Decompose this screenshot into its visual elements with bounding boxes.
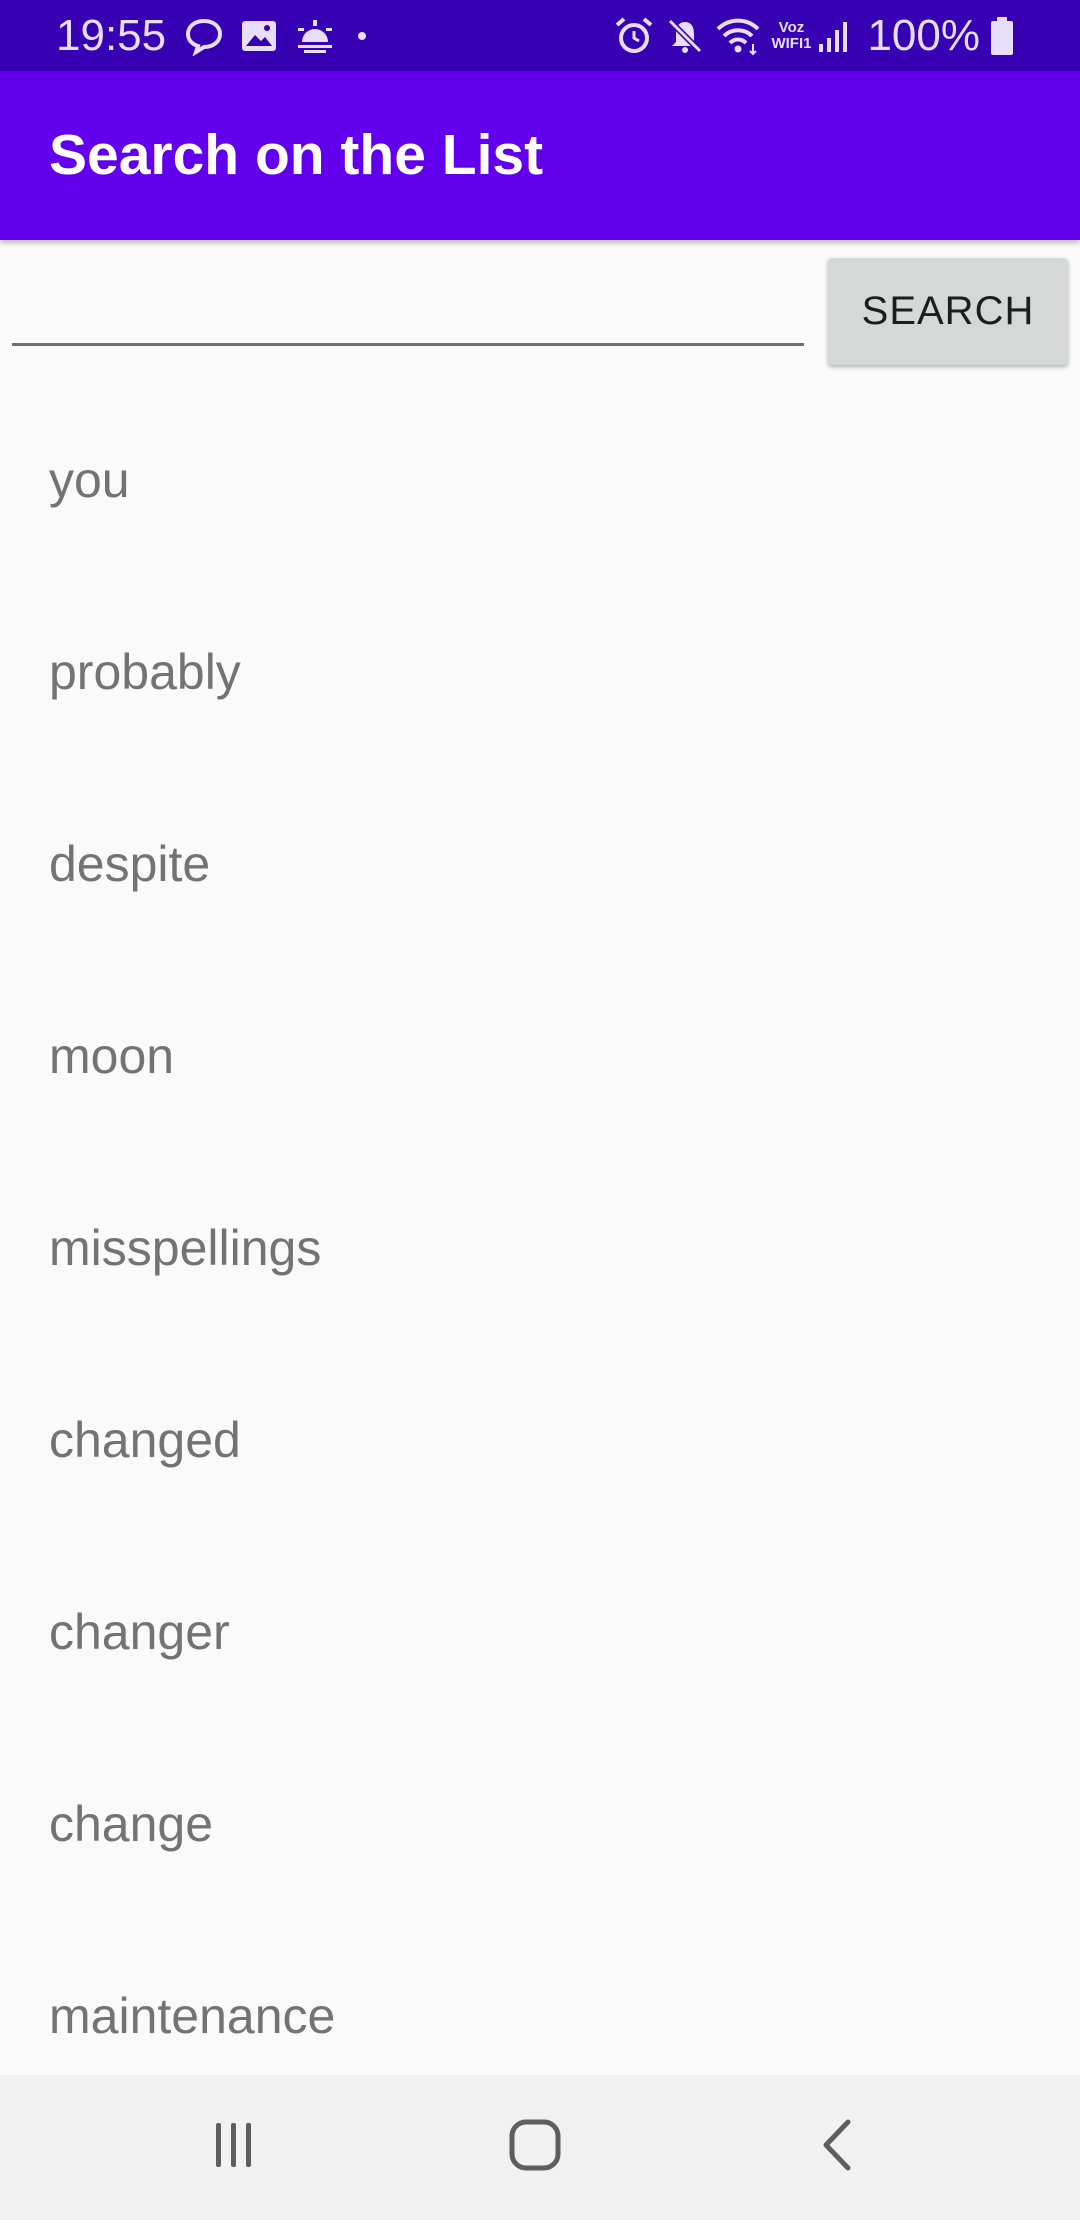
- list-item[interactable]: changer: [0, 1536, 1080, 1728]
- status-time: 19:55: [56, 10, 167, 60]
- search-button[interactable]: SEARCH: [828, 258, 1068, 365]
- list-item[interactable]: you: [0, 384, 1080, 576]
- list-item[interactable]: probably: [0, 576, 1080, 768]
- voz-line2: WIFI1: [771, 34, 812, 52]
- recent-apps-icon: [209, 2120, 259, 2175]
- image-icon: [240, 17, 278, 55]
- list-item[interactable]: misspellings: [0, 1152, 1080, 1344]
- status-bar: 19:55 Voz WIFI1 100%: [0, 0, 1080, 71]
- signal-icon: [817, 18, 851, 54]
- recent-apps-button[interactable]: [134, 2075, 334, 2220]
- status-right: Voz WIFI1 100%: [613, 0, 1024, 71]
- search-input[interactable]: [12, 262, 804, 346]
- home-icon: [508, 2118, 562, 2177]
- word-list: you probably despite moon misspellings c…: [0, 384, 1080, 2075]
- navigation-bar: [0, 2075, 1080, 2220]
- chat-icon: [184, 16, 224, 56]
- status-left: 19:55: [56, 0, 388, 71]
- wifi-icon: [715, 16, 761, 56]
- app-bar: Search on the List: [0, 71, 1080, 240]
- alarm-icon: [613, 15, 655, 57]
- back-button[interactable]: [738, 2075, 938, 2220]
- dot-icon: [352, 26, 372, 46]
- list-item[interactable]: changed: [0, 1344, 1080, 1536]
- list-item[interactable]: maintenance: [0, 1920, 1080, 2075]
- list-item[interactable]: change: [0, 1728, 1080, 1920]
- sunrise-icon: [294, 18, 336, 54]
- mute-icon: [665, 16, 705, 56]
- back-icon: [818, 2118, 858, 2177]
- list-item[interactable]: moon: [0, 960, 1080, 1152]
- page-title: Search on the List: [49, 123, 544, 187]
- battery-icon: [990, 16, 1014, 56]
- voz-wifi-label: Voz WIFI1: [771, 18, 812, 52]
- voz-line1: Voz: [778, 18, 805, 36]
- list-item[interactable]: despite: [0, 768, 1080, 960]
- home-button[interactable]: [435, 2075, 635, 2220]
- battery-percent: 100%: [867, 10, 980, 60]
